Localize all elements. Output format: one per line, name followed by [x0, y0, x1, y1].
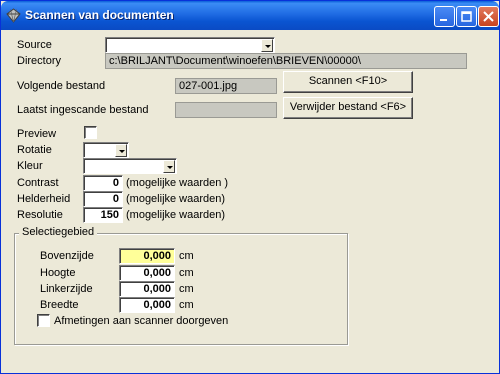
window-title: Scannen van documenten — [25, 8, 174, 22]
directory-field: c:\BRILJANT\Document\winoefen\BRIEVEN\00… — [105, 53, 467, 69]
color-select[interactable] — [83, 158, 177, 174]
height-unit: cm — [179, 267, 194, 279]
chevron-down-icon[interactable] — [261, 39, 273, 52]
close-icon — [483, 11, 494, 22]
height-input[interactable]: 0,000 — [119, 265, 175, 281]
pass-to-scanner-label: Afmetingen aan scanner doorgeven — [54, 315, 229, 327]
rotation-label: Rotatie — [17, 144, 52, 156]
height-label: Hoogte — [40, 267, 76, 279]
color-label: Kleur — [17, 160, 43, 172]
width-unit: cm — [179, 299, 194, 311]
brightness-input[interactable]: 0 — [83, 191, 123, 207]
width-input[interactable]: 0,000 — [119, 297, 175, 313]
resolution-hint: (mogelijke waarden) — [126, 209, 226, 221]
preview-checkbox[interactable] — [84, 126, 97, 139]
next-file-label: Volgende bestand — [17, 80, 106, 92]
scan-window: Scannen van documenten Source Directory … — [0, 0, 500, 374]
chevron-down-icon[interactable] — [163, 160, 175, 173]
title-bar[interactable]: Scannen van documenten — [1, 1, 499, 30]
top-input[interactable]: 0,000 — [119, 248, 175, 264]
preview-label: Preview — [17, 128, 57, 140]
next-file-field: 027-001.jpg — [175, 78, 277, 94]
brightness-label: Helderheid — [17, 193, 71, 205]
brightness-hint: (mogelijke waarden) — [126, 193, 226, 205]
delete-file-button[interactable]: Verwijder bestand <F6> — [283, 97, 413, 119]
rotation-select[interactable] — [83, 142, 129, 158]
top-unit: cm — [179, 250, 194, 262]
resolution-input[interactable]: 150 — [83, 207, 123, 223]
pass-to-scanner-checkbox[interactable] — [37, 314, 50, 327]
source-label: Source — [17, 39, 52, 51]
minimize-icon — [440, 19, 447, 21]
resolution-label: Resolutie — [17, 209, 63, 221]
maximize-icon — [461, 11, 472, 22]
maximize-button[interactable] — [456, 6, 477, 27]
diamond-icon — [6, 8, 21, 23]
left-label: Linkerzijde — [40, 283, 93, 295]
left-input[interactable]: 0,000 — [119, 281, 175, 297]
directory-label: Directory — [17, 55, 62, 67]
selection-area-title: Selectiegebied — [19, 226, 98, 238]
contrast-input[interactable]: 0 — [83, 175, 123, 191]
contrast-hint: (mogelijke waarden ) — [126, 177, 229, 189]
last-scanned-field — [175, 102, 277, 118]
top-label: Bovenzijde — [40, 250, 94, 262]
scan-button[interactable]: Scannen <F10> — [283, 71, 413, 93]
contrast-label: Contrast — [17, 177, 59, 189]
close-button[interactable] — [478, 6, 499, 27]
width-label: Breedte — [40, 299, 79, 311]
minimize-button[interactable] — [434, 6, 455, 27]
source-select[interactable] — [105, 37, 275, 53]
last-scanned-label: Laatst ingescande bestand — [17, 104, 149, 116]
left-unit: cm — [179, 283, 194, 295]
chevron-down-icon[interactable] — [115, 144, 127, 157]
